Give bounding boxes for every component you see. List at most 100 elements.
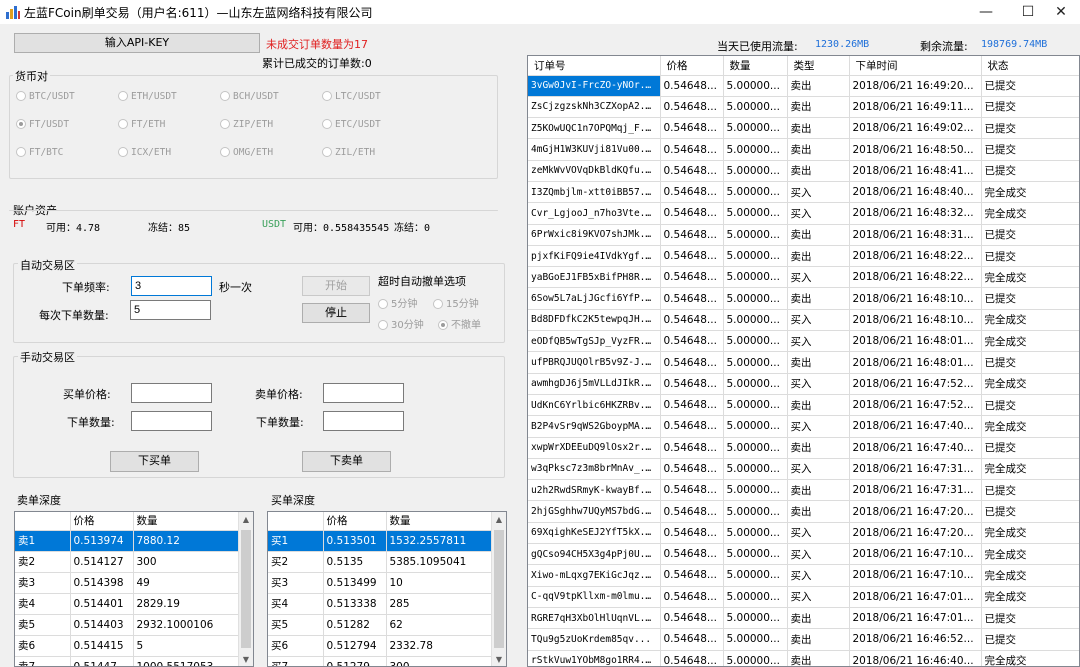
sell-depth-scrollbar[interactable]: ▲ ▼ bbox=[238, 512, 253, 666]
table-row[interactable]: 买3 0.513499 10 bbox=[268, 572, 493, 594]
table-row[interactable]: zeMkWvVOVqDkBldKQfu... 0.54648... 5.00000.… bbox=[528, 160, 1079, 182]
pair-radio-ft-eth[interactable]: FT/ETH bbox=[118, 119, 165, 130]
radio-circle-icon[interactable] bbox=[220, 91, 230, 101]
radio-circle-icon[interactable] bbox=[118, 91, 128, 101]
radio-circle-icon[interactable] bbox=[16, 147, 26, 157]
pair-radio-ft-usdt[interactable]: FT/USDT bbox=[16, 119, 69, 130]
table-row[interactable]: 69XqighKeSEJ2YfT5kX... 0.54648... 5.00000.… bbox=[528, 522, 1079, 545]
scroll-up-icon[interactable]: ▲ bbox=[239, 515, 253, 524]
table-row[interactable]: UdKnC6Yrlbic6HKZRBv... 0.54648... 5.00000.… bbox=[528, 394, 1079, 417]
radio-circle-icon[interactable] bbox=[16, 91, 26, 101]
table-row[interactable]: TQu9g5zUoKrdem85qv... 0.54648... 5.00000..… bbox=[528, 628, 1079, 651]
stop-button[interactable]: 停止 bbox=[302, 303, 370, 323]
buy-depth-scrollbar[interactable]: ▲ ▼ bbox=[491, 512, 506, 666]
pair-radio-zip-eth[interactable]: ZIP/ETH bbox=[220, 119, 273, 130]
table-row[interactable]: eODfQB5wTgSJp_VyzFR... 0.54648... 5.00000.… bbox=[528, 330, 1079, 353]
table-row[interactable]: 买4 0.513338 285 bbox=[268, 593, 493, 615]
table-row[interactable]: RGRE7qH3XbOlHlUqnVL... 0.54648... 5.00000.… bbox=[528, 607, 1079, 630]
radio-circle-icon[interactable] bbox=[322, 147, 332, 157]
radio-circle-icon[interactable] bbox=[322, 91, 332, 101]
table-row[interactable]: 买1 0.513501 1532.2557811 bbox=[268, 530, 493, 552]
table-row[interactable]: Cvr_LgjooJ_n7ho3Vte... 0.54648... 5.00000.… bbox=[528, 202, 1079, 225]
table-row[interactable]: w3qPksc7z3m8brMnAv_... 0.54648... 5.00000.… bbox=[528, 458, 1079, 481]
pair-radio-bch-usdt[interactable]: BCH/USDT bbox=[220, 91, 279, 102]
table-row[interactable]: 卖6 0.514415 5 bbox=[15, 635, 240, 657]
scroll-down-icon[interactable]: ▼ bbox=[239, 655, 253, 664]
radio-circle-icon[interactable] bbox=[220, 119, 230, 129]
table-row[interactable]: awmhgDJ6j5mVLLdJIkR... 0.54648... 5.00000.… bbox=[528, 373, 1079, 395]
radio-circle-icon[interactable] bbox=[220, 147, 230, 157]
pair-radio-omg-eth[interactable]: OMG/ETH bbox=[220, 147, 273, 158]
radio-circle-icon[interactable] bbox=[378, 299, 388, 309]
table-row[interactable]: 2hjGSghhw7UQyMS7bdG... 0.54648... 5.00000.… bbox=[528, 500, 1079, 523]
pair-radio-ft-btc[interactable]: FT/BTC bbox=[16, 147, 63, 158]
radio-circle-icon[interactable] bbox=[438, 320, 448, 330]
auto-cancel-option-3[interactable]: 不撤单 bbox=[438, 316, 481, 331]
buy-depth-table[interactable]: 价格 数量 买1 0.513501 1532.2557811 买2 0.5135 5385… bbox=[267, 511, 507, 667]
table-row[interactable]: 买2 0.5135 5385.1095041 bbox=[268, 551, 493, 573]
table-row[interactable]: 4mGjH1W3KUVji81Vu00... 0.54648... 5.00000.… bbox=[528, 138, 1079, 161]
table-row[interactable]: B2P4vSr9qWS2GboypMA... 0.54648... 5.00000.… bbox=[528, 415, 1079, 438]
order-qty-header[interactable]: 数量 bbox=[723, 56, 788, 76]
order-price-header[interactable]: 价格 bbox=[660, 56, 724, 76]
scroll-thumb[interactable] bbox=[494, 530, 504, 648]
order-time-header[interactable]: 下单时间 bbox=[849, 56, 982, 76]
table-row[interactable]: 卖5 0.514403 2932.1000106 bbox=[15, 614, 240, 636]
scroll-thumb[interactable] bbox=[241, 530, 251, 648]
table-row[interactable]: 卖4 0.514401 2829.19 bbox=[15, 593, 240, 615]
auto-cancel-option-1[interactable]: 15分钟 bbox=[433, 295, 479, 310]
pair-radio-btc-usdt[interactable]: BTC/USDT bbox=[16, 91, 75, 102]
table-row[interactable]: 3vGw0JvI-FrcZO-yNOr... 0.54648... 5.00000.… bbox=[528, 75, 1079, 97]
place-buy-button[interactable]: 下买单 bbox=[110, 451, 199, 472]
scroll-up-icon[interactable]: ▲ bbox=[492, 515, 506, 524]
table-row[interactable]: yaBGoEJ1FB5xBifPH8R... 0.54648... 5.00000.… bbox=[528, 266, 1079, 289]
pair-radio-eth-usdt[interactable]: ETH/USDT bbox=[118, 91, 177, 102]
close-button[interactable]: ✕ bbox=[1044, 2, 1078, 22]
sell-quantity-input[interactable] bbox=[323, 411, 404, 431]
orders-grid[interactable]: 订单号 价格 数量 类型 下单时间 状态 3vGw0JvI-FrcZO-yNOr… bbox=[527, 55, 1080, 667]
auto-cancel-option-0[interactable]: 5分钟 bbox=[378, 295, 417, 310]
table-row[interactable]: 卖1 0.513974 7880.12 bbox=[15, 530, 240, 552]
auto-cancel-option-2[interactable]: 30分钟 bbox=[378, 316, 424, 331]
place-sell-button[interactable]: 下卖单 bbox=[302, 451, 391, 472]
table-row[interactable]: u2h2RwdSRmyK-kwayBf... 0.54648... 5.00000.… bbox=[528, 479, 1079, 502]
radio-circle-icon[interactable] bbox=[118, 119, 128, 129]
table-row[interactable]: Bd8DFDfkC2K5tewpqJH... 0.54648... 5.00000.… bbox=[528, 309, 1079, 332]
sell-depth-table[interactable]: 价格 数量 卖1 0.513974 7880.12 卖2 0.514127 300 卖3 0.… bbox=[14, 511, 254, 667]
order-status-header[interactable]: 状态 bbox=[981, 56, 1079, 76]
buy-quantity-input[interactable] bbox=[131, 411, 212, 431]
radio-circle-icon[interactable] bbox=[16, 119, 26, 129]
table-row[interactable]: Z5KOwUQC1n7OPQMqj_F... 0.54648... 5.00000.… bbox=[528, 117, 1079, 140]
table-row[interactable]: C-qqV9tpKllxm-m0lmu... 0.54648... 5.00000.… bbox=[528, 586, 1079, 608]
table-row[interactable]: gQCso94CH5X3g4pPj0U... 0.54648... 5.00000.… bbox=[528, 543, 1079, 566]
table-row[interactable]: rStkVuw1YObM8go1RR4... 0.54648... 5.00000.… bbox=[528, 650, 1079, 666]
table-row[interactable]: ufPBRQJUQOlrB5v9Z-J... 0.54648... 5.00000.… bbox=[528, 351, 1079, 374]
table-row[interactable]: Xiwo-mLqxg7EKiGcJqz... 0.54648... 5.00000.… bbox=[528, 564, 1079, 587]
radio-circle-icon[interactable] bbox=[322, 119, 332, 129]
table-row[interactable]: pjxfKiFQ9ie4IVdkYgf... 0.54648... 5.00000.… bbox=[528, 245, 1079, 268]
table-row[interactable]: 6Sow5L7aLjJGcfi6YfP... 0.54648... 5.00000.… bbox=[528, 287, 1079, 310]
table-row[interactable]: 卖7 0.51447 1000.5517053 bbox=[15, 656, 240, 666]
order-quantity-input[interactable]: 5 bbox=[130, 300, 211, 320]
pair-radio-ltc-usdt[interactable]: LTC/USDT bbox=[322, 91, 381, 102]
pair-radio-etc-usdt[interactable]: ETC/USDT bbox=[322, 119, 381, 130]
table-row[interactable]: 卖3 0.514398 49 bbox=[15, 572, 240, 594]
pair-radio-icx-eth[interactable]: ICX/ETH bbox=[118, 147, 171, 158]
maximize-button[interactable]: ☐ bbox=[1011, 2, 1045, 22]
table-row[interactable]: xwpWrXDEEuDQ9lOsx2r... 0.54648... 5.00000.… bbox=[528, 437, 1079, 459]
table-row[interactable]: 买6 0.512794 2332.78 bbox=[268, 635, 493, 657]
minimize-button[interactable]: — bbox=[969, 2, 1003, 22]
pair-radio-zil-eth[interactable]: ZIL/ETH bbox=[322, 147, 375, 158]
radio-circle-icon[interactable] bbox=[118, 147, 128, 157]
table-row[interactable]: I3ZQmbjlm-xtt0iBB57... 0.54648... 5.00000.… bbox=[528, 181, 1079, 204]
sell-price-input[interactable] bbox=[323, 383, 404, 403]
table-row[interactable]: 买5 0.51282 62 bbox=[268, 614, 493, 636]
table-row[interactable]: ZsCjzgzskNh3CZXopA2... 0.54648... 5.00000.… bbox=[528, 96, 1079, 119]
table-row[interactable]: 卖2 0.514127 300 bbox=[15, 551, 240, 573]
radio-circle-icon[interactable] bbox=[433, 299, 443, 309]
buy-price-input[interactable] bbox=[131, 383, 212, 403]
order-type-header[interactable]: 类型 bbox=[787, 56, 850, 76]
order-id-header[interactable]: 订单号 bbox=[528, 56, 661, 76]
table-row[interactable]: 6PrWxic8i9KVO7shJMk... 0.54648... 5.00000.… bbox=[528, 224, 1079, 246]
radio-circle-icon[interactable] bbox=[378, 320, 388, 330]
